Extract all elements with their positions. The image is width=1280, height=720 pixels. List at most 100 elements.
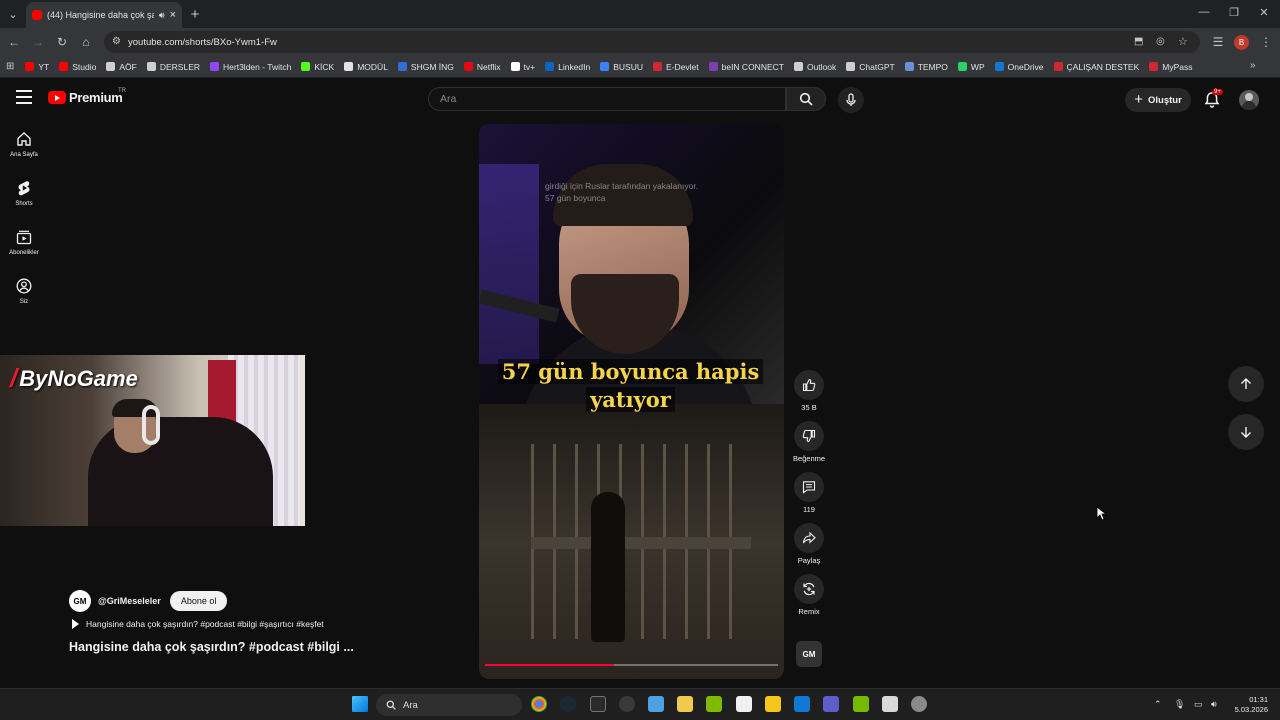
taskbar-clock[interactable]: 01:31 5.03.2026 xyxy=(1228,695,1268,715)
sidebar-item-subscriptions[interactable]: Abonelikler xyxy=(0,220,48,269)
chrome-taskbar-icon[interactable] xyxy=(531,696,547,712)
epic-games-taskbar-icon[interactable] xyxy=(590,696,606,712)
share-button[interactable]: Paylaş xyxy=(784,523,834,565)
minimize-button[interactable]: — xyxy=(1196,6,1212,18)
rockstar-taskbar-icon[interactable] xyxy=(765,696,781,712)
shorts-video-player[interactable]: girdiği için Ruslar tarafından yakalanıy… xyxy=(479,124,784,679)
site-info-icon[interactable]: ⚙︎ xyxy=(112,36,121,47)
remix-button[interactable]: Remix xyxy=(784,574,834,616)
bookmark-item[interactable]: Hert3lden - Twitch xyxy=(205,58,296,76)
voice-search-button[interactable] xyxy=(838,87,864,113)
bookmark-favicon-icon xyxy=(146,62,156,71)
bookmark-item[interactable]: WP xyxy=(953,58,990,76)
mail-taskbar-icon[interactable] xyxy=(648,696,664,712)
bookmark-item[interactable]: BUSUU xyxy=(595,58,648,76)
channel-thumbnail-button[interactable]: GM xyxy=(796,641,822,667)
bookmark-item[interactable]: MyPass xyxy=(1144,58,1197,76)
window-close-button[interactable]: ✕ xyxy=(1256,6,1272,19)
bookmark-item[interactable]: ÇALIŞAN DESTEK xyxy=(1049,58,1145,76)
search-button[interactable] xyxy=(786,87,826,111)
url-omnibox[interactable]: ⚙︎ youtube.com/shorts/BXo-Ywm1-Fw ⬒ ◎ ☆ xyxy=(104,31,1200,53)
capcut-taskbar-icon[interactable] xyxy=(736,696,752,712)
subscriptions-icon xyxy=(16,230,32,245)
nvidia-taskbar-icon[interactable] xyxy=(853,696,869,712)
xbox-taskbar-icon[interactable] xyxy=(706,696,722,712)
subscribe-button[interactable]: Abone ol xyxy=(169,591,228,611)
bookmark-label: ÇALIŞAN DESTEK xyxy=(1066,61,1140,72)
speaker-icon[interactable]: 🔊︎ xyxy=(159,10,165,21)
previous-short-button[interactable] xyxy=(1228,366,1264,402)
steam-taskbar-icon[interactable] xyxy=(560,696,576,712)
install-app-icon[interactable]: ⬒ xyxy=(1134,36,1143,47)
bookmark-item[interactable]: DERSLER xyxy=(142,58,205,76)
bookmark-item[interactable]: LinkedIn xyxy=(540,58,595,76)
bookmark-item[interactable]: ChatGPT xyxy=(841,58,899,76)
video-prisoner-figure xyxy=(591,492,625,642)
bookmark-item[interactable]: TEMPO xyxy=(900,58,953,76)
account-avatar[interactable] xyxy=(1239,90,1259,110)
eye-off-icon[interactable]: ◎ xyxy=(1156,36,1165,47)
obs-taskbar-icon[interactable] xyxy=(619,696,635,712)
forward-button[interactable]: → xyxy=(30,35,46,49)
tray-overflow-icon[interactable]: ⌃ xyxy=(1154,699,1162,710)
channel-name[interactable]: @GriMeseleler xyxy=(98,596,161,606)
home-button[interactable]: ⌂ xyxy=(78,35,94,49)
bookmark-item[interactable]: tv+ xyxy=(506,58,541,76)
video-title[interactable]: Hangisine daha çok şaşırdın? #podcast #b… xyxy=(69,640,354,654)
bookmark-label: AÖF xyxy=(119,61,137,72)
back-button[interactable]: ← xyxy=(6,35,22,49)
next-short-button[interactable] xyxy=(1228,414,1264,450)
comments-button[interactable]: 119 xyxy=(784,472,834,514)
search-input[interactable]: Ara xyxy=(428,87,786,111)
browser-menu-icon[interactable]: ⋮ xyxy=(1258,35,1274,49)
tray-volume-icon[interactable]: 🔊︎ xyxy=(1211,699,1217,710)
guide-menu-icon[interactable] xyxy=(16,90,32,104)
apps-grid-icon[interactable]: ⊞ xyxy=(6,61,14,72)
new-tab-button[interactable]: + xyxy=(186,5,204,23)
microphone-icon xyxy=(846,93,856,106)
bookmark-item[interactable]: OneDrive xyxy=(990,58,1049,76)
teams-taskbar-icon[interactable] xyxy=(823,696,839,712)
bookmark-star-icon[interactable]: ☆ xyxy=(1178,35,1188,48)
reload-button[interactable]: ↻ xyxy=(54,35,70,49)
bookmark-item[interactable]: KİCK xyxy=(296,58,339,76)
bookmark-item[interactable]: AÖF xyxy=(101,58,141,76)
bookmark-item[interactable]: Outlook xyxy=(789,58,841,76)
bookmark-item[interactable]: E-Devlet xyxy=(648,58,704,76)
bookmark-item[interactable]: Studio xyxy=(54,58,101,76)
settings-taskbar-icon[interactable] xyxy=(911,696,927,712)
browser-tab[interactable]: (44) Hangisine daha çok şaşırdın? #podca… xyxy=(26,2,182,28)
video-prison-crossbar xyxy=(531,537,751,549)
channel-avatar[interactable]: GM xyxy=(69,590,91,612)
reading-list-icon[interactable]: ☰ xyxy=(1210,35,1226,49)
like-button[interactable]: 35 B xyxy=(784,370,834,412)
video-progress-bar[interactable] xyxy=(485,664,778,666)
create-button[interactable]: + Oluştur xyxy=(1125,88,1191,112)
bookmark-item[interactable]: MODÜL xyxy=(339,58,393,76)
sidebar-item-home[interactable]: Ana Sayfa xyxy=(0,122,48,171)
snipping-tool-taskbar-icon[interactable] xyxy=(882,696,898,712)
youtube-premium-logo[interactable]: Premium TR xyxy=(48,88,126,105)
tab-search-button[interactable]: ⌄ xyxy=(4,5,22,23)
outlook-taskbar-icon[interactable] xyxy=(794,696,810,712)
windows-start-icon[interactable] xyxy=(352,696,368,712)
sidebar-item-shorts[interactable]: Shorts xyxy=(0,171,48,220)
restore-button[interactable]: ❐ xyxy=(1226,6,1242,19)
taskbar-search[interactable]: Ara xyxy=(376,694,522,716)
file-explorer-taskbar-icon[interactable] xyxy=(677,696,693,712)
bookmark-item[interactable]: YT xyxy=(20,58,54,76)
profile-avatar[interactable]: B xyxy=(1234,35,1249,50)
bookmark-item[interactable]: beIN CONNECT xyxy=(704,58,789,76)
bookmarks-overflow-icon[interactable]: » xyxy=(1250,60,1256,71)
dislike-button[interactable]: Beğenme xyxy=(784,421,834,463)
bookmark-item[interactable]: Netflix xyxy=(459,58,506,76)
tab-close-icon[interactable]: × xyxy=(170,9,176,21)
tray-microphone-icon[interactable]: 🎙︎ xyxy=(1174,699,1185,710)
video-description-row[interactable]: Hangisine daha çok şaşırdın? #podcast #b… xyxy=(72,619,324,629)
tray-network-icon[interactable]: ▭ xyxy=(1194,699,1203,710)
bookmark-item[interactable]: SHGM İNG xyxy=(393,58,459,76)
bookmark-favicon-icon xyxy=(344,62,354,71)
video-description: Hangisine daha çok şaşırdın? #podcast #b… xyxy=(86,619,324,629)
sidebar-item-you[interactable]: Siz xyxy=(0,269,48,318)
browser-tab-strip: ⌄ (44) Hangisine daha çok şaşırdın? #pod… xyxy=(0,0,1280,28)
